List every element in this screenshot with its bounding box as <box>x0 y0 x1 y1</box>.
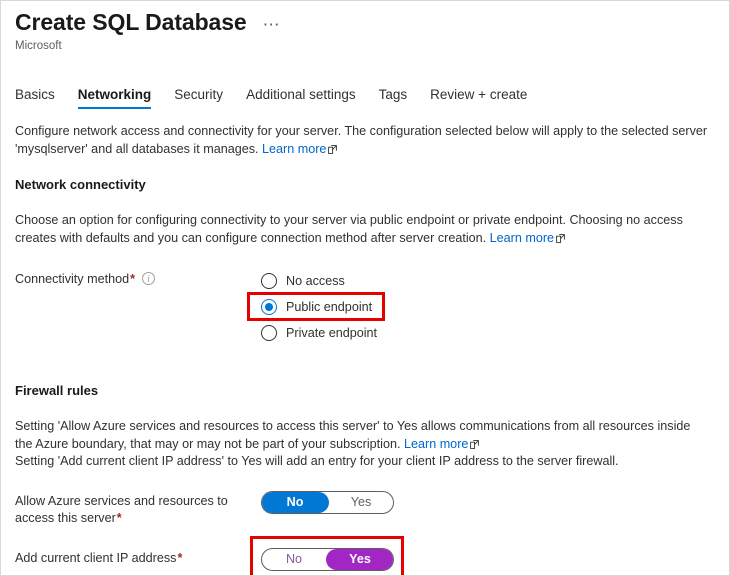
radio-label: No access <box>286 274 345 288</box>
tab-basics[interactable]: Basics <box>15 85 55 109</box>
external-link-icon <box>328 144 338 154</box>
toggle-option-yes[interactable]: Yes <box>326 548 393 570</box>
wizard-tabs: Basics Networking Security Additional se… <box>15 85 550 109</box>
title-row: Create SQL Database ⋯ <box>15 8 729 36</box>
allow-azure-services-label: Allow Azure services and resources to ac… <box>15 491 261 527</box>
more-options-icon[interactable]: ⋯ <box>263 8 281 33</box>
firewall-description-line-1: Setting 'Allow Azure services and resour… <box>15 419 691 451</box>
radio-public-endpoint[interactable]: Public endpoint <box>261 295 377 319</box>
radio-private-endpoint[interactable]: Private endpoint <box>261 321 377 345</box>
radio-label: Public endpoint <box>286 300 373 314</box>
networking-tab-content: Configure network access and connectivit… <box>15 123 715 575</box>
network-connectivity-description-text: Choose an option for configuring connect… <box>15 213 683 245</box>
required-asterisk: * <box>116 510 122 525</box>
radio-button-icon <box>261 299 277 315</box>
required-asterisk: * <box>177 550 183 565</box>
external-link-icon <box>470 439 480 449</box>
add-client-ip-toggle-wrap: No Yes <box>250 535 404 575</box>
add-client-ip-label: Add current client IP address* <box>15 548 261 567</box>
network-connectivity-description: Choose an option for configuring connect… <box>15 212 709 247</box>
connectivity-method-label: Connectivity method* <box>15 269 261 288</box>
page-title: Create SQL Database <box>15 9 247 35</box>
allow-azure-services-row: Allow Azure services and resources to ac… <box>15 490 715 527</box>
firewall-learn-more-link[interactable]: Learn more <box>404 437 468 451</box>
intro-text: Configure network access and connectivit… <box>15 124 708 156</box>
add-client-ip-toggle[interactable]: No Yes <box>261 547 394 571</box>
tab-tags[interactable]: Tags <box>379 85 408 109</box>
firewall-rules-heading: Firewall rules <box>15 383 99 398</box>
create-sql-database-blade: Create SQL Database ⋯ Microsoft Basics N… <box>0 0 730 576</box>
tab-additional-settings[interactable]: Additional settings <box>246 85 356 109</box>
connectivity-method-label-text: Connectivity method <box>15 272 130 286</box>
toggle-option-no[interactable]: No <box>262 491 329 513</box>
connectivity-method-field: Connectivity method* No access Public en… <box>15 269 715 347</box>
add-client-ip-label-text: Add current client IP address <box>15 550 177 565</box>
publisher-label: Microsoft <box>15 40 62 52</box>
firewall-rules-description: Setting 'Allow Azure services and resour… <box>15 418 709 471</box>
tab-security[interactable]: Security <box>174 85 223 109</box>
external-link-icon <box>556 233 565 243</box>
blade-header: Create SQL Database ⋯ Microsoft <box>1 1 729 54</box>
radio-button-icon <box>261 325 277 341</box>
add-client-ip-row: Add current client IP address* No Yes <box>15 535 715 575</box>
tab-review-create[interactable]: Review + create <box>430 85 527 109</box>
toggle-option-yes[interactable]: Yes <box>329 492 393 513</box>
radio-label: Private endpoint <box>286 326 378 340</box>
connectivity-method-radio-group: No access Public endpoint Private endpoi… <box>247 269 385 347</box>
radio-no-access[interactable]: No access <box>261 269 377 293</box>
radio-button-icon <box>261 273 277 289</box>
allow-azure-services-toggle[interactable]: No Yes <box>261 490 394 514</box>
required-asterisk: * <box>130 272 136 286</box>
network-connectivity-learn-more-link[interactable]: Learn more <box>490 231 554 245</box>
intro-paragraph: Configure network access and connectivit… <box>15 123 709 158</box>
intro-learn-more-link[interactable]: Learn more <box>262 142 326 156</box>
info-icon[interactable] <box>142 271 156 288</box>
network-connectivity-heading: Network connectivity <box>15 177 146 192</box>
tab-networking[interactable]: Networking <box>77 85 151 109</box>
toggle-option-no[interactable]: No <box>262 549 326 570</box>
firewall-description-line-2: Setting 'Add current client IP address' … <box>15 454 619 468</box>
